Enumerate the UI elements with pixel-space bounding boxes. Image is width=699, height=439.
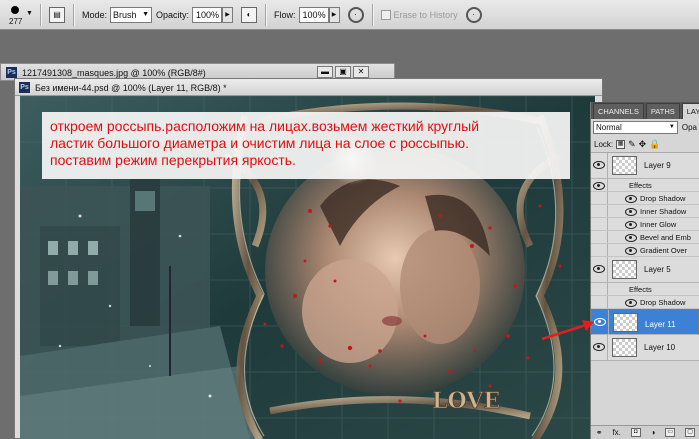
visibility-eye-icon[interactable] (593, 342, 605, 351)
layer-row[interactable]: Layer 9 (591, 153, 699, 179)
chevron-down-icon: ▼ (668, 124, 675, 130)
opacity-label: Opacity: (156, 9, 190, 20)
photoshop-icon: Ps (19, 82, 30, 93)
effect-row[interactable]: Inner Shadow (591, 205, 699, 218)
erase-to-history-label: Erase to History (393, 9, 458, 20)
pressure-size-icon[interactable]: · (465, 6, 482, 23)
effects-row[interactable]: Effects (591, 179, 699, 192)
layers-panel-footer: ⚭ fx. ◘ ◑ ▭ ▢ (591, 425, 699, 439)
lock-position-icon[interactable]: ✥ (639, 139, 647, 150)
panel-tabs: CHANNELS PATHS LAYE (591, 102, 699, 119)
layer-name: Layer 11 (645, 320, 676, 329)
airbrush-icon[interactable]: · (347, 6, 364, 23)
brush-panel-toggle-icon[interactable]: ▤ (49, 6, 65, 23)
chevron-down-icon: ▼ (26, 9, 33, 17)
add-mask-icon[interactable]: ◘ (630, 428, 641, 437)
mode-label: Mode: (82, 9, 108, 20)
separator (40, 3, 41, 26)
mode-value: Brush (113, 9, 137, 20)
tab-layers[interactable]: LAYE (681, 103, 699, 119)
layer-row[interactable]: Layer 10 (591, 335, 699, 361)
layer-name: Layer 10 (644, 343, 676, 352)
brush-tip-icon (11, 5, 19, 14)
minimize-button[interactable]: ▬ (317, 66, 333, 78)
effect-label: Inner Shadow (640, 207, 687, 216)
effects-label: Effects (629, 181, 652, 190)
opacity-slider-button[interactable]: ▶ (222, 6, 234, 23)
close-button[interactable]: ✕ (353, 66, 369, 78)
effect-label: Drop Shadow (640, 298, 686, 307)
love-text: LOVE (432, 388, 500, 414)
visibility-eye-icon[interactable] (593, 181, 605, 190)
new-group-icon[interactable]: ▭ (665, 428, 676, 437)
layer-row[interactable]: Layer 5 (591, 257, 699, 283)
back-document-title: 1217491308_masques.jpg @ 100% (RGB/8#) (22, 67, 206, 78)
front-document-title: Без имени-44.psd @ 100% (Layer 11, RGB/8… (35, 82, 227, 93)
effect-row[interactable]: Gradient Over (591, 244, 699, 257)
blend-mode-value: Normal (596, 123, 622, 132)
brush-size: 277 (9, 16, 23, 26)
layer-name: Layer 9 (644, 161, 671, 170)
effect-row[interactable]: Drop Shadow (591, 192, 699, 205)
visibility-eye-icon[interactable] (625, 233, 637, 242)
visibility-eye-icon[interactable] (625, 246, 637, 255)
visibility-eye-icon[interactable] (625, 207, 637, 216)
effects-row[interactable]: Effects (591, 283, 699, 296)
effect-row[interactable]: Bevel and Emb (591, 231, 699, 244)
opacity-input[interactable]: 100% (192, 6, 223, 23)
erase-to-history-checkbox[interactable] (380, 9, 391, 20)
visibility-eye-icon[interactable] (593, 264, 605, 273)
chevron-down-icon: ▼ (142, 10, 150, 18)
flow-input[interactable]: 100% (298, 6, 329, 23)
separator (73, 3, 74, 26)
effect-row[interactable]: Drop Shadow (591, 296, 699, 309)
effect-label: Inner Glow (640, 220, 677, 229)
separator (265, 3, 267, 26)
pressure-opacity-icon[interactable]: ◐ (241, 6, 258, 23)
blend-mode-select[interactable]: Normal ▼ (593, 121, 678, 134)
tab-paths[interactable]: PATHS (645, 103, 680, 119)
layer-opacity-label: Opa (681, 123, 697, 132)
lock-label: Lock: (594, 139, 614, 149)
maximize-button[interactable]: ▣ (335, 66, 351, 78)
front-document-titlebar[interactable]: Ps Без имени-44.psd @ 100% (Layer 11, RG… (15, 79, 602, 96)
annotation-line: поставим режим перекрытия яркость. (50, 152, 296, 168)
effect-label: Bevel and Emb (640, 233, 691, 242)
visibility-eye-icon[interactable] (593, 160, 605, 169)
layer-thumbnail (612, 338, 637, 357)
lock-all-icon[interactable]: 🔒 (649, 139, 660, 150)
annotation-line: ластик большого диаметра и очистим лица … (50, 135, 469, 151)
mode-select[interactable]: Brush ▼ (110, 6, 153, 23)
layer-thumbnail (612, 260, 637, 279)
link-layers-icon[interactable]: ⚭ (596, 428, 603, 437)
effects-label: Effects (629, 285, 652, 294)
layer-thumbnail (613, 313, 638, 332)
lock-transparent-icon[interactable]: ▦ (616, 139, 626, 149)
flow-label: Flow: (274, 9, 296, 20)
effect-label: Gradient Over (640, 246, 688, 255)
photoshop-icon: Ps (6, 67, 17, 78)
effect-label: Drop Shadow (640, 194, 686, 203)
adjustment-layer-icon[interactable]: ◑ (651, 428, 656, 437)
layer-name: Layer 5 (644, 265, 671, 274)
couple-portrait (265, 146, 525, 396)
effect-row[interactable]: Inner Glow (591, 218, 699, 231)
visibility-eye-icon[interactable] (625, 220, 637, 229)
separator (371, 3, 373, 26)
visibility-eye-icon[interactable] (625, 194, 637, 203)
options-bar: ▼ 277 ▤ Mode: Brush ▼ Opacity: 100% ▶ ◐ … (0, 0, 699, 30)
layer-row-selected[interactable]: Layer 11 (591, 309, 699, 335)
tab-channels[interactable]: CHANNELS (593, 103, 644, 119)
visibility-eye-icon[interactable] (625, 298, 637, 307)
flow-slider-button[interactable]: ▶ (328, 6, 340, 23)
add-layer-style-button[interactable]: fx. (612, 428, 620, 437)
instruction-annotation: откроем россыпь.расположим на лицах.возь… (42, 112, 570, 179)
lock-image-icon[interactable]: ✎ (628, 139, 636, 150)
brush-preset-picker[interactable]: ▼ 277 (0, 0, 36, 30)
layer-thumbnail (612, 156, 637, 175)
red-arrow-icon (541, 320, 594, 341)
new-layer-icon[interactable]: ▢ (685, 428, 696, 437)
annotation-line: откроем россыпь.расположим на лицах.возь… (50, 118, 480, 134)
layers-panel: CHANNELS PATHS LAYE Normal ▼ Opa Lock: ▦… (590, 102, 699, 439)
